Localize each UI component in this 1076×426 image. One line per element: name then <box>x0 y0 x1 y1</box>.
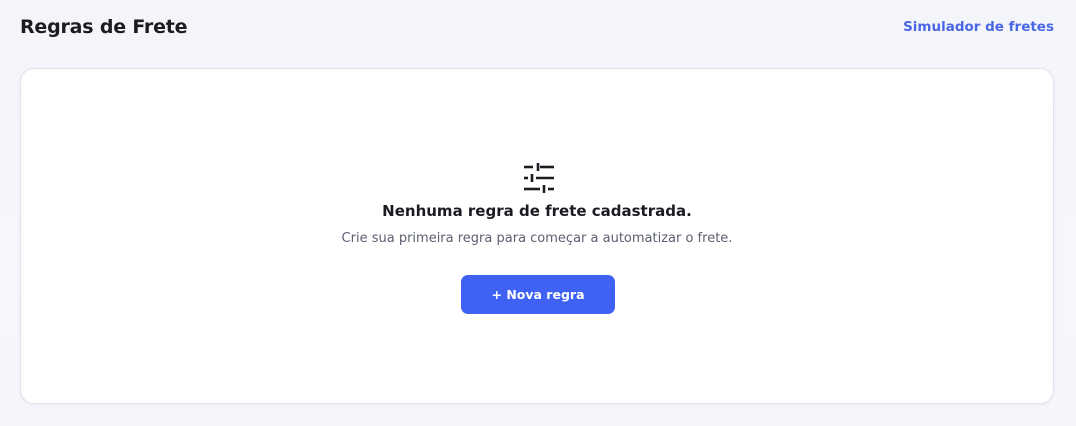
page-title: Regras de Frete <box>20 16 188 38</box>
empty-state-description: Crie sua primeira regra para começar a a… <box>341 231 733 246</box>
page-header: Regras de Frete Simulador de fretes <box>20 12 1054 42</box>
simulator-link[interactable]: Simulador de fretes <box>903 19 1054 35</box>
sliders-icon <box>523 162 555 194</box>
new-rule-button[interactable]: + Nova regra <box>461 275 615 314</box>
empty-state-title: Nenhuma regra de frete cadastrada. <box>382 202 692 220</box>
rules-card: Nenhuma regra de frete cadastrada. Crie … <box>20 68 1054 404</box>
